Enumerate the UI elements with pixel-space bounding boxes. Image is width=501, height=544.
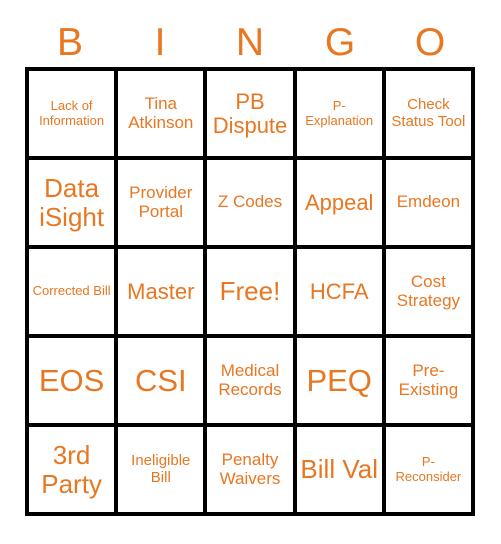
bingo-cell-n4[interactable]: Medical Records bbox=[207, 338, 297, 427]
bingo-cell-n1[interactable]: PB Dispute bbox=[207, 71, 297, 160]
bingo-cell-label: Provider Portal bbox=[129, 183, 193, 221]
bingo-cell-label: EOS bbox=[38, 362, 105, 398]
bingo-cell-label: Bill Val bbox=[300, 454, 378, 485]
bingo-cell-label: Emdeon bbox=[396, 192, 461, 212]
bingo-cell-label: Appeal bbox=[304, 189, 374, 215]
bingo-cell-i4[interactable]: CSI bbox=[118, 338, 208, 427]
bingo-cell-o3[interactable]: Cost Strategy bbox=[385, 249, 475, 338]
bingo-cell-label: Check Status Tool bbox=[391, 96, 466, 130]
bingo-cell-label: PB Dispute bbox=[212, 88, 288, 138]
bingo-cell-o2[interactable]: Emdeon bbox=[385, 160, 475, 249]
bingo-cell-o4[interactable]: Pre- Existing bbox=[385, 338, 475, 427]
bingo-cell-label: P- Explanation bbox=[305, 98, 374, 128]
bingo-cell-label: Penalty Waivers bbox=[219, 450, 281, 488]
bingo-cell-label: Lack of Information bbox=[39, 98, 105, 128]
bingo-cell-label: Cost Strategy bbox=[396, 272, 461, 310]
bingo-cell-i1[interactable]: Tina Atkinson bbox=[118, 71, 208, 160]
bingo-cell-i5[interactable]: Ineligible Bill bbox=[118, 427, 208, 516]
bingo-card: B I N G O Lack of Information Tina Atkin… bbox=[0, 0, 501, 544]
bingo-cell-label: Tina Atkinson bbox=[128, 94, 194, 132]
bingo-header-letter-b: B bbox=[56, 20, 83, 64]
bingo-cell-label: Free! bbox=[219, 276, 281, 307]
bingo-cell-free-space[interactable]: Free! bbox=[207, 249, 297, 338]
bingo-cell-label: Corrected Bill bbox=[32, 283, 111, 299]
bingo-cell-label: P- Reconsider bbox=[395, 454, 462, 484]
bingo-cell-g2[interactable]: Appeal bbox=[296, 160, 386, 249]
bingo-cell-i3[interactable]: Master bbox=[118, 249, 208, 338]
bingo-cell-b1[interactable]: Lack of Information bbox=[29, 71, 119, 160]
bingo-cell-b3[interactable]: Corrected Bill bbox=[29, 249, 119, 338]
bingo-cell-b5[interactable]: 3rd Party bbox=[29, 427, 119, 516]
bingo-cell-g3[interactable]: HCFA bbox=[296, 249, 386, 338]
bingo-cell-o1[interactable]: Check Status Tool bbox=[385, 71, 475, 160]
bingo-cell-g5[interactable]: Bill Val bbox=[296, 427, 386, 516]
bingo-cell-label: 3rd Party bbox=[41, 440, 102, 499]
bingo-cell-label: Ineligible Bill bbox=[131, 452, 191, 486]
bingo-header-letter-g: G bbox=[324, 20, 356, 64]
bingo-grid: Lack of Information Tina Atkinson PB Dis… bbox=[25, 67, 475, 516]
bingo-cell-label: Medical Records bbox=[218, 361, 282, 399]
bingo-cell-label: CSI bbox=[134, 362, 187, 398]
bingo-cell-g1[interactable]: P- Explanation bbox=[296, 71, 386, 160]
bingo-cell-b2[interactable]: Data iSight bbox=[29, 160, 119, 249]
bingo-cell-label: Pre- Existing bbox=[398, 361, 459, 399]
bingo-cell-n5[interactable]: Penalty Waivers bbox=[207, 427, 297, 516]
bingo-header-letter-o: O bbox=[414, 20, 446, 64]
bingo-cell-g4[interactable]: PEQ bbox=[296, 338, 386, 427]
bingo-cell-label: PEQ bbox=[306, 362, 372, 398]
bingo-cell-label: Z Codes bbox=[217, 192, 283, 212]
bingo-header-letter-n: N bbox=[235, 20, 265, 64]
bingo-cell-label: Master bbox=[127, 278, 195, 304]
bingo-header-letter-i: I bbox=[154, 20, 166, 64]
bingo-cell-label: Data iSight bbox=[39, 173, 105, 232]
bingo-cell-b4[interactable]: EOS bbox=[29, 338, 119, 427]
bingo-cell-i2[interactable]: Provider Portal bbox=[118, 160, 208, 249]
bingo-header-row: B I N G O bbox=[25, 18, 475, 66]
bingo-cell-n2[interactable]: Z Codes bbox=[207, 160, 297, 249]
bingo-cell-o5[interactable]: P- Reconsider bbox=[385, 427, 475, 516]
bingo-cell-label: HCFA bbox=[309, 278, 369, 304]
